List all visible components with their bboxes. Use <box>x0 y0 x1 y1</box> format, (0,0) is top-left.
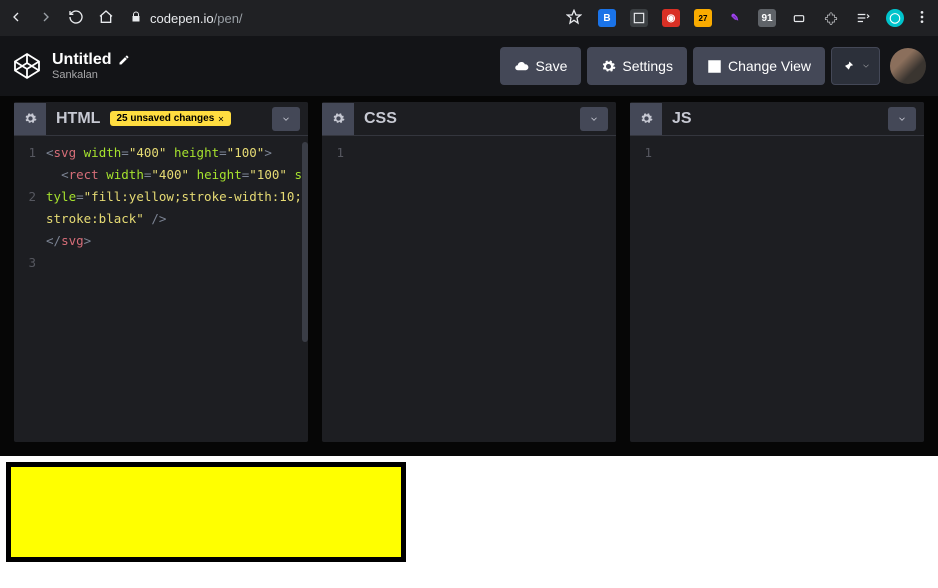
preview-svg <box>6 462 406 562</box>
url-path: /pen/ <box>214 11 243 26</box>
editor-row: HTML 25 unsaved changes 1 2 3 <svg width… <box>0 96 938 456</box>
pen-title[interactable]: Untitled <box>52 51 130 69</box>
extension-icon[interactable]: ✎ <box>726 9 744 27</box>
lock-icon <box>130 11 142 26</box>
app-header: Untitled Sankalan Save Settings Change V… <box>0 36 938 96</box>
panel-settings-button[interactable] <box>14 103 46 135</box>
close-icon <box>217 115 225 123</box>
extension-icon[interactable]: 27 <box>694 9 712 27</box>
reload-button[interactable] <box>68 9 84 28</box>
pen-author[interactable]: Sankalan <box>52 69 130 81</box>
panel-collapse-button[interactable] <box>888 107 916 131</box>
panel-css: CSS 1 <box>322 102 616 442</box>
css-editor[interactable]: 1 <box>322 136 616 442</box>
layout-icon <box>707 59 722 74</box>
panel-header: CSS <box>322 102 616 136</box>
pen-title-text: Untitled <box>52 51 112 69</box>
line-gutter: 1 <box>630 136 658 442</box>
save-button[interactable]: Save <box>500 47 581 85</box>
js-editor[interactable]: 1 <box>630 136 924 442</box>
url-host: codepen.io <box>150 11 214 26</box>
extensions-puzzle-icon[interactable] <box>822 9 840 27</box>
codepen-logo-icon[interactable] <box>12 51 42 81</box>
code-content[interactable]: <svg width="400" height="100"> <rect wid… <box>42 136 308 442</box>
nav-controls <box>8 9 114 28</box>
pin-menu-button[interactable] <box>831 47 880 85</box>
edit-pencil-icon[interactable] <box>118 54 130 66</box>
panel-html: HTML 25 unsaved changes 1 2 3 <svg width… <box>14 102 308 442</box>
forward-button[interactable] <box>38 9 54 28</box>
panel-title: CSS <box>354 110 397 128</box>
chevron-down-icon <box>861 61 871 71</box>
extension-icon[interactable]: 91 <box>758 9 776 27</box>
panel-header: JS <box>630 102 924 136</box>
html-editor[interactable]: 1 2 3 <svg width="400" height="100"> <re… <box>14 136 308 442</box>
bookmark-star-icon[interactable] <box>566 9 582 28</box>
cloud-icon <box>514 59 529 74</box>
panel-header: HTML 25 unsaved changes <box>14 102 308 136</box>
extension-icon[interactable]: B <box>598 9 616 27</box>
panel-title: HTML <box>46 110 100 128</box>
gear-icon <box>601 59 616 74</box>
preview-rect <box>6 462 406 562</box>
panel-title: JS <box>662 110 692 128</box>
extension-icon[interactable] <box>790 9 808 27</box>
extension-icon[interactable]: ◉ <box>662 9 680 27</box>
browser-menu-icon[interactable] <box>914 9 930 28</box>
panel-js: JS 1 <box>630 102 924 442</box>
home-button[interactable] <box>98 9 114 28</box>
extension-icons: B ◉ 27 ✎ 91 ◯ <box>598 9 904 27</box>
preview-pane <box>0 456 938 588</box>
extension-icon[interactable]: ◯ <box>886 9 904 27</box>
address-bar[interactable]: codepen.io/pen/ <box>124 9 588 28</box>
panel-settings-button[interactable] <box>630 103 662 135</box>
title-block: Untitled Sankalan <box>52 51 130 81</box>
code-content[interactable] <box>350 136 616 442</box>
panel-collapse-button[interactable] <box>272 107 300 131</box>
settings-button[interactable]: Settings <box>587 47 687 85</box>
change-view-button[interactable]: Change View <box>693 47 825 85</box>
media-icon[interactable] <box>854 9 872 27</box>
scrollbar[interactable] <box>302 142 308 342</box>
pin-icon <box>840 59 855 74</box>
code-content[interactable] <box>658 136 924 442</box>
back-button[interactable] <box>8 9 24 28</box>
badge-text: 25 unsaved changes <box>116 113 214 124</box>
line-gutter: 1 2 3 <box>14 136 42 442</box>
browser-chrome: codepen.io/pen/ B ◉ 27 ✎ 91 ◯ <box>0 0 938 36</box>
settings-label: Settings <box>622 58 673 74</box>
change-view-label: Change View <box>728 58 811 74</box>
user-avatar[interactable] <box>890 48 926 84</box>
save-label: Save <box>535 58 567 74</box>
extension-icon[interactable] <box>630 9 648 27</box>
unsaved-changes-badge[interactable]: 25 unsaved changes <box>110 111 231 126</box>
panel-settings-button[interactable] <box>322 103 354 135</box>
panel-collapse-button[interactable] <box>580 107 608 131</box>
line-gutter: 1 <box>322 136 350 442</box>
